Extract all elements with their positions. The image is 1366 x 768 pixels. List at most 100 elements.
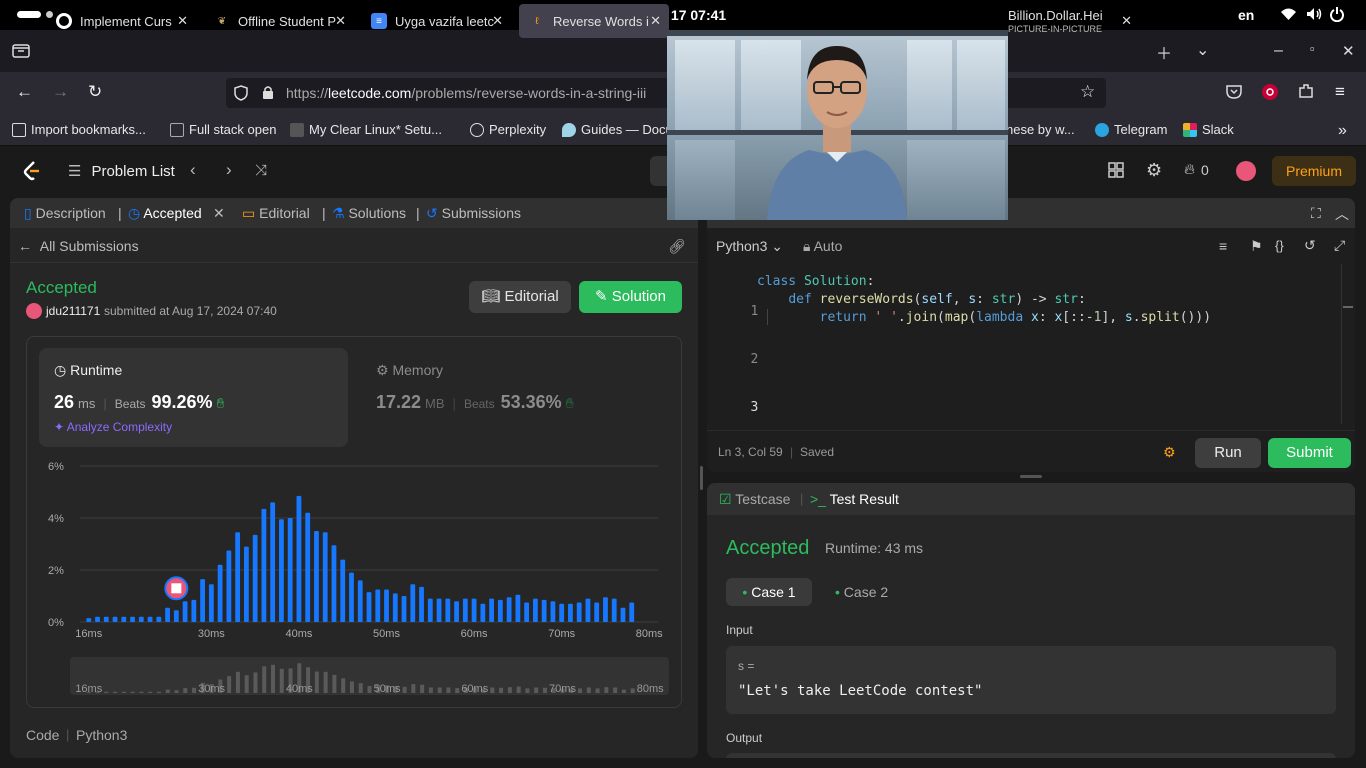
next-problem-icon[interactable]: › <box>226 160 232 180</box>
extension-debian-icon[interactable] <box>1262 84 1278 105</box>
list-tabs-icon[interactable]: ⌄ <box>1196 40 1209 60</box>
close-tab-icon[interactable]: ✕ <box>492 13 503 29</box>
format-icon[interactable]: ≡ <box>1219 238 1227 254</box>
problem-list-button[interactable]: ☰ Problem List <box>68 162 175 181</box>
chart-bar <box>217 564 223 622</box>
collapse-icon[interactable]: ︿ <box>1335 204 1349 224</box>
input-box[interactable]: s = "Let's take LeetCode contest" <box>726 646 1336 714</box>
prev-problem-icon[interactable]: ‹ <box>190 160 196 180</box>
memory-stats[interactable]: 17.22 MB | Beats 53.36% ✋︎ <box>376 392 574 413</box>
runtime-card[interactable]: ◷ Runtime 26 ms | Beats 99.26% ✋︎ ✦ Anal… <box>39 348 348 447</box>
expand-icon[interactable]: ⤢ <box>1334 237 1345 254</box>
bookmark-icon[interactable]: ⚑ <box>1250 238 1263 255</box>
browser-tab-reverse-words[interactable]: ℓ Reverse Words i ✕ <box>519 4 669 38</box>
bookmark-slack[interactable]: Slack <box>1183 122 1234 137</box>
close-tab-icon[interactable]: ✕ <box>335 13 346 29</box>
code-content[interactable]: class Solution: def reverseWords(self, s… <box>757 273 1211 327</box>
editorial-button[interactable]: 📖︎ Editorial <box>469 281 571 313</box>
bookmark-perplexity[interactable]: Perplexity <box>470 122 546 137</box>
bookmark-telegram[interactable]: Telegram <box>1095 122 1167 137</box>
chart-bar <box>156 616 162 622</box>
close-tab-icon[interactable]: ✕ <box>650 13 661 29</box>
shield-icon[interactable] <box>234 85 248 106</box>
keyboard-language[interactable]: en <box>1238 7 1254 23</box>
streak-counter[interactable]: 🔥︎ 0 <box>1184 161 1209 178</box>
vertical-splitter-handle[interactable] <box>700 466 703 490</box>
extensions-icon[interactable] <box>1298 83 1314 104</box>
fullscreen-icon[interactable]: ⛶ <box>1311 205 1321 222</box>
tab-description[interactable]: ▯ Description <box>24 205 106 222</box>
horizontal-splitter-handle[interactable] <box>1020 475 1042 478</box>
debug-icon[interactable]: ⚙ <box>1163 444 1176 461</box>
reload-icon[interactable]: ↻ <box>88 82 102 102</box>
auto-mode[interactable]: 🔒︎ Auto <box>803 238 842 255</box>
bookmark-guides[interactable]: Guides — Docu <box>562 122 673 137</box>
back-icon[interactable]: ← <box>16 82 33 102</box>
leetcode-logo-icon[interactable] <box>22 160 42 187</box>
bookmark-import[interactable]: Import bookmarks... <box>12 122 146 137</box>
close-tab-icon[interactable]: ✕ <box>177 13 188 29</box>
forward-icon[interactable]: → <box>52 82 69 102</box>
minimize-icon[interactable]: – <box>1274 42 1283 60</box>
scrollbar-thumb[interactable] <box>1343 306 1353 308</box>
x-tick-label: 30ms <box>198 628 225 640</box>
premium-button[interactable]: Premium <box>1272 156 1356 186</box>
brush-tick-label: 50ms <box>374 683 401 695</box>
settings-gear-icon[interactable]: ⚙ <box>1146 160 1162 181</box>
power-icon[interactable] <box>1330 7 1344 25</box>
lock-icon[interactable] <box>262 85 274 105</box>
tab-solutions[interactable]: ⚗ Solutions <box>332 205 406 222</box>
browser-tab-offline-student[interactable]: ❦ Offline Student P ✕ <box>204 4 354 38</box>
close-tab-icon[interactable]: ✕ <box>1121 13 1132 29</box>
output-label: Output <box>726 731 763 745</box>
tab-testcase[interactable]: ☑ Testcase <box>719 491 790 508</box>
all-submissions-link[interactable]: ← All Submissions <box>18 238 139 254</box>
tab-submissions[interactable]: ↺ Submissions <box>426 205 521 222</box>
case-1-button[interactable]: • Case 1 <box>726 578 812 606</box>
user-avatar[interactable] <box>26 303 42 319</box>
analyze-complexity-link[interactable]: ✦ Analyze Complexity <box>54 420 172 434</box>
tab-test-result[interactable]: >_ Test Result <box>810 491 899 507</box>
shuffle-icon[interactable]: ⤨ <box>255 162 267 179</box>
x-tick-label: 70ms <box>548 628 575 640</box>
chart-bar <box>515 594 521 622</box>
run-button[interactable]: Run <box>1195 438 1261 468</box>
more-bookmarks-icon[interactable]: » <box>1338 122 1347 140</box>
new-tab-icon[interactable]: ＋ <box>1156 40 1172 64</box>
tab-editorial[interactable]: ▭ Editorial <box>242 205 310 222</box>
brush-bar <box>420 684 425 693</box>
volume-icon[interactable] <box>1306 7 1323 24</box>
close-window-icon[interactable]: ✕ <box>1342 42 1355 60</box>
user-avatar-glyph <box>171 583 182 594</box>
chart-range-brush[interactable]: 16ms 30ms 40ms 50ms 60ms 70ms 80ms <box>70 657 669 695</box>
scrollbar-track[interactable] <box>1341 264 1342 424</box>
case-2-button[interactable]: • Case 2 <box>835 584 888 600</box>
bookmark-star-icon[interactable]: ☆ <box>1080 82 1095 102</box>
browser-tab-pip[interactable]: Billion.Dollar.Hei PICTURE-IN-PICTURE ✕ <box>990 4 1140 38</box>
picture-in-picture-video[interactable] <box>667 30 1008 220</box>
copy-link-icon[interactable]: 🔗︎ <box>668 238 686 255</box>
bookmark-full-stack-open[interactable]: Full stack open <box>170 122 276 137</box>
submit-button[interactable]: Submit <box>1268 438 1351 468</box>
solution-button[interactable]: ✎ Solution <box>579 281 682 313</box>
username[interactable]: jdu211171 <box>46 304 100 318</box>
runtime-distribution-chart[interactable]: 6% 4% 2% 0% 16ms 30ms 40ms 50ms 60ms 70ms 80ms <box>40 456 680 646</box>
tab-overview-icon[interactable] <box>12 42 30 63</box>
bookmark-clear-linux[interactable]: My Clear Linux* Setu... <box>290 122 442 137</box>
braces-icon[interactable]: {} <box>1275 238 1284 253</box>
maximize-icon[interactable]: ▫ <box>1310 41 1315 56</box>
wifi-icon[interactable] <box>1280 7 1297 24</box>
language-select[interactable]: Python3 ⌄ <box>716 238 783 255</box>
reset-icon[interactable]: ↺ <box>1304 237 1316 254</box>
browser-tab-github[interactable]: Implement Curs ✕ <box>46 4 196 38</box>
output-box[interactable] <box>726 753 1336 758</box>
avatar[interactable] <box>1236 161 1256 181</box>
pocket-icon[interactable] <box>1226 84 1242 104</box>
tab-accepted[interactable]: ◷ Accepted <box>128 205 202 222</box>
memory-label[interactable]: ⚙ Memory <box>376 362 443 379</box>
menu-icon[interactable]: ≡ <box>1335 82 1345 102</box>
browser-tab-uyga-vazifa[interactable]: ≡ Uyga vazifa leetc ✕ <box>361 4 511 38</box>
close-tab-icon[interactable]: ✕ <box>213 205 225 222</box>
layout-icon[interactable] <box>1108 162 1124 183</box>
bookmark-hese[interactable]: hese by w... <box>1006 122 1075 137</box>
